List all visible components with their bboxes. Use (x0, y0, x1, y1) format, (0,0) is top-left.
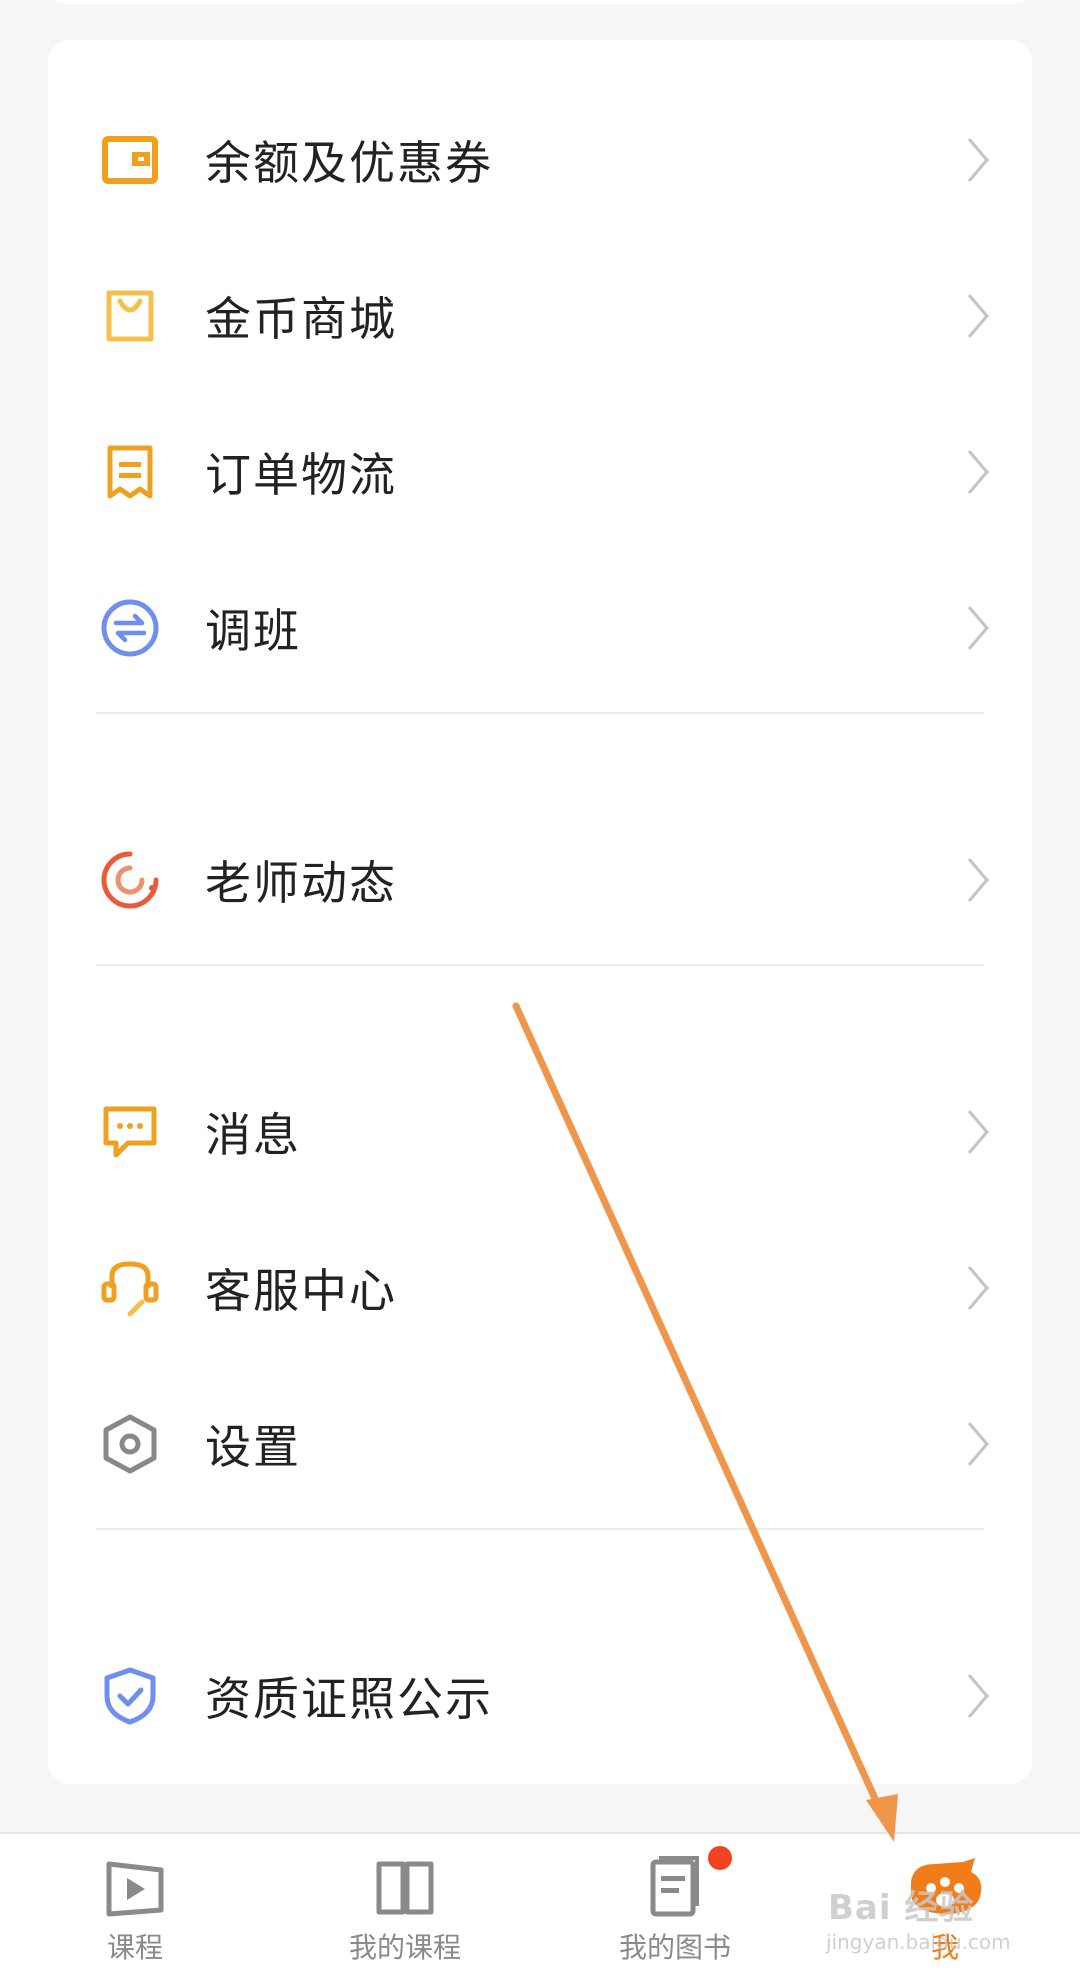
tab-label: 我的课程 (348, 1931, 461, 1964)
previous-card-edge (48, 0, 1032, 4)
section-divider (96, 1528, 984, 1530)
play-icon (106, 1861, 164, 1917)
menu-item-label: 余额及优惠券 (205, 136, 493, 190)
headset-icon (100, 1258, 160, 1318)
menu-item-label: 老师动态 (205, 856, 397, 910)
menu-item-customer-service[interactable]: 客服中心 (48, 1210, 1032, 1366)
chevron-right-icon (967, 138, 989, 182)
gear-icon (100, 1414, 160, 1474)
menu-item-label: 客服中心 (205, 1264, 397, 1318)
chevron-right-icon (967, 294, 989, 338)
feed-icon (100, 850, 160, 910)
tab-my-courses[interactable]: 我的课程 (270, 1834, 540, 1980)
menu-item-label: 金币商城 (205, 292, 397, 346)
book-icon (376, 1861, 434, 1915)
document-icon (650, 1856, 699, 1917)
menu-item-settings[interactable]: 设置 (48, 1366, 1032, 1522)
menu-item-class-transfer[interactable]: 调班 (48, 550, 1032, 706)
chevron-right-icon (967, 450, 989, 494)
menu-item-messages[interactable]: 消息 (48, 1054, 1032, 1210)
tab-label: 课程 (106, 1931, 163, 1964)
section-divider (96, 712, 984, 714)
menu-item-order-logistics[interactable]: 订单物流 (48, 394, 1032, 550)
message-icon (100, 1102, 160, 1162)
menu-item-teacher-updates[interactable]: 老师动态 (48, 802, 1032, 958)
menu-card: 余额及优惠券 金币商城 订单物流 调班 老师动态 消息 客服中心 设置 资质证照… (48, 40, 1032, 1784)
tab-label: 我的图书 (618, 1931, 731, 1964)
tab-my-books[interactable]: 我的图书 (540, 1834, 810, 1980)
watermark-subtext: jingyan.baidu.com (826, 1930, 1011, 1954)
chevron-right-icon (967, 858, 989, 902)
shopping-bag-icon (100, 286, 160, 346)
receipt-icon (100, 442, 160, 502)
menu-item-label: 订单物流 (205, 448, 397, 502)
tab-courses[interactable]: 课程 (0, 1834, 270, 1980)
section-divider (96, 964, 984, 966)
menu-item-label: 消息 (205, 1108, 301, 1162)
chevron-right-icon (967, 1266, 989, 1310)
notification-badge-dot (708, 1846, 732, 1870)
chevron-right-icon (967, 1674, 989, 1718)
watermark-text: Bai 经验 (828, 1888, 975, 1928)
swap-icon (100, 598, 160, 658)
menu-item-label: 调班 (205, 604, 301, 658)
menu-item-coin-mall[interactable]: 金币商城 (48, 238, 1032, 394)
menu-item-label: 设置 (205, 1420, 301, 1474)
chevron-right-icon (967, 1422, 989, 1466)
chevron-right-icon (967, 1110, 989, 1154)
wallet-icon (100, 130, 160, 190)
shield-check-icon (100, 1666, 160, 1726)
menu-item-label: 资质证照公示 (205, 1672, 493, 1726)
chevron-right-icon (967, 606, 989, 650)
menu-item-balance-coupons[interactable]: 余额及优惠券 (48, 82, 1032, 238)
menu-item-qualifications[interactable]: 资质证照公示 (48, 1618, 1032, 1774)
